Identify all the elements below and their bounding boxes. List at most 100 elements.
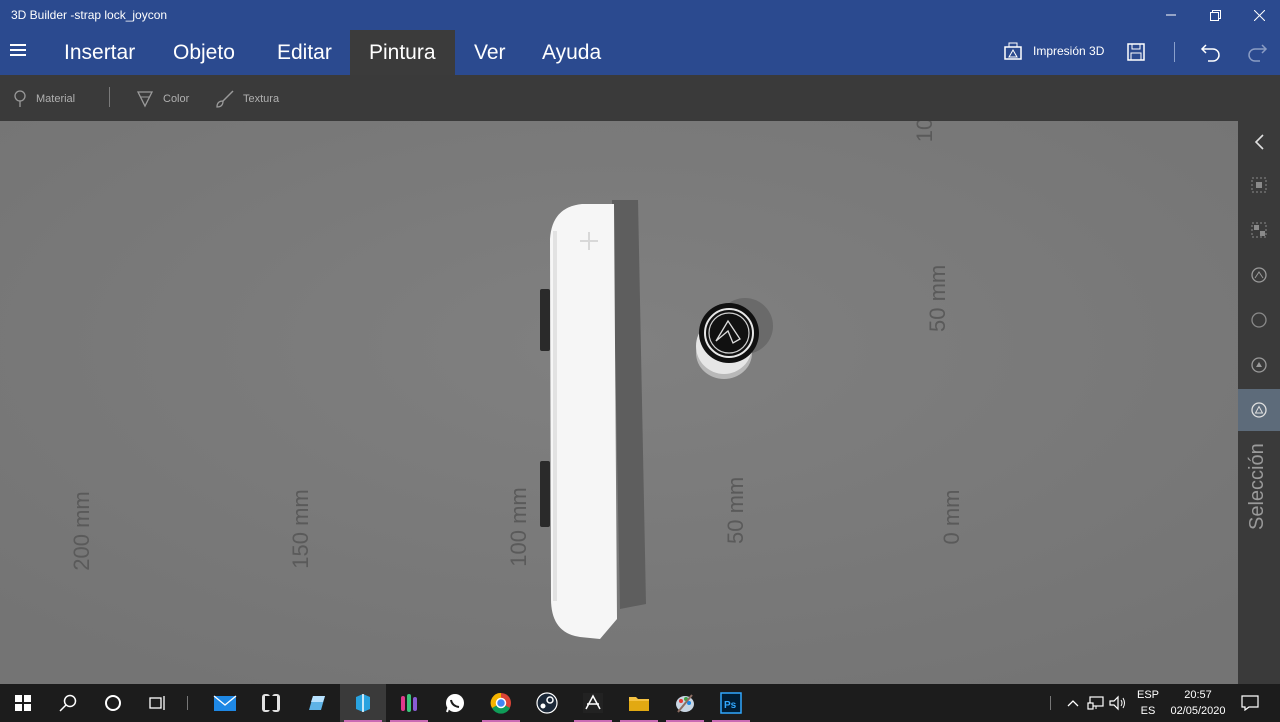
taskbar-slicer-app[interactable]	[386, 684, 432, 722]
paint-toolbar: Material Color Textura	[0, 75, 1280, 121]
menu-objeto[interactable]: Objeto	[154, 30, 254, 75]
menu-editar[interactable]: Editar	[258, 30, 351, 75]
close-button[interactable]	[1236, 0, 1280, 30]
language-bottom: ES	[1140, 705, 1156, 717]
paint-bucket-icon	[136, 91, 154, 108]
menu-insertar[interactable]: Insertar	[45, 30, 154, 75]
axis-label-50mm-right: 50 mm	[925, 264, 950, 332]
brush-icon	[216, 90, 234, 108]
mail-icon	[213, 695, 237, 711]
axis-label-10: 10	[912, 121, 937, 143]
start-button[interactable]	[0, 684, 46, 722]
photoshop-icon: Ps	[720, 692, 742, 714]
circle-icon	[1251, 312, 1267, 328]
whatsapp-icon	[446, 694, 464, 713]
select-tool-button[interactable]	[1238, 389, 1280, 431]
circle-select-button[interactable]	[1238, 299, 1280, 341]
windows-taskbar: Ps ESP ES 20:57 02/05/2020	[0, 684, 1280, 722]
search-icon	[59, 694, 77, 712]
texture-tool[interactable]: Textura	[215, 90, 279, 108]
material-tool[interactable]: Material	[12, 90, 75, 108]
restore-button[interactable]	[1192, 0, 1238, 30]
selection-label: Selección	[1246, 443, 1268, 530]
align-button[interactable]	[1238, 254, 1280, 296]
ungroup-icon	[1251, 222, 1267, 238]
undo-button[interactable]	[1200, 41, 1224, 65]
joycon-body	[550, 204, 617, 639]
texture-label: Textura	[243, 93, 280, 105]
menu-ver[interactable]: Ver	[455, 30, 525, 75]
taskbar-mail[interactable]	[202, 684, 248, 722]
clock[interactable]: 20:57 02/05/2020	[1166, 684, 1230, 722]
volume-button[interactable]	[1106, 684, 1130, 722]
chevron-up-icon	[1067, 700, 1079, 707]
3d-builder-icon	[356, 694, 370, 712]
3d-viewport[interactable]: 200 mm 150 mm 100 mm 50 mm 0 mm 50 mm 10	[0, 121, 1238, 684]
clock-time: 20:57	[1184, 689, 1212, 701]
chrome-icon	[490, 692, 511, 714]
window-title: 3D Builder -strap lock_joycon	[11, 8, 168, 22]
windows-logo-icon	[15, 695, 31, 711]
material-label: Material	[36, 93, 76, 105]
menu-ayuda[interactable]: Ayuda	[523, 30, 620, 75]
taskbar-paint-app[interactable]	[662, 684, 708, 722]
nintendo-switch-icon	[262, 694, 280, 712]
restore-icon	[1209, 9, 1221, 21]
close-icon	[1253, 9, 1265, 21]
print-3d-icon	[1004, 42, 1022, 60]
settle-button[interactable]	[1238, 344, 1280, 386]
print-3d-label: Impresión 3D	[1033, 44, 1105, 58]
taskbar-3d-builder[interactable]	[340, 684, 386, 722]
paint-3d-icon	[309, 696, 325, 710]
color-label: Color	[163, 93, 190, 105]
zbrush-icon	[583, 693, 603, 713]
cortana-button[interactable]	[90, 684, 136, 722]
task-view-button[interactable]	[135, 684, 181, 722]
taskbar-paint3d-app[interactable]	[294, 684, 340, 722]
language-top: ESP	[1136, 689, 1159, 701]
group-button[interactable]	[1238, 164, 1280, 206]
folder-icon	[629, 697, 649, 711]
taskbar-steam[interactable]	[524, 684, 570, 722]
taskbar-chrome[interactable]	[478, 684, 524, 722]
title-bar: 3D Builder -strap lock_joycon	[0, 0, 1280, 30]
joycon-rail-button-bottom	[540, 461, 550, 527]
volume-icon	[1109, 695, 1125, 711]
network-button[interactable]	[1084, 684, 1108, 722]
taskbar-search-button[interactable]	[45, 684, 91, 722]
color-tool[interactable]: Color	[135, 90, 189, 108]
collapse-panel-button[interactable]	[1238, 121, 1280, 163]
ungroup-button[interactable]	[1238, 209, 1280, 251]
palette-icon	[676, 694, 694, 713]
taskbar-whatsapp[interactable]	[432, 684, 478, 722]
hamburger-menu-button[interactable]	[10, 44, 30, 60]
taskbar-file-explorer[interactable]	[616, 684, 662, 722]
group-icon	[1251, 177, 1267, 193]
steam-icon	[536, 692, 558, 714]
axis-label-100mm: 100 mm	[506, 487, 531, 567]
chevron-left-icon	[1254, 134, 1264, 150]
task-view-icon	[149, 696, 165, 710]
taskbar-zbrush[interactable]	[570, 684, 616, 722]
align-icon	[1251, 267, 1267, 283]
axis-label-0mm: 0 mm	[939, 489, 964, 545]
axis-label-50mm-bottom: 50 mm	[723, 476, 748, 544]
save-button[interactable]	[1126, 42, 1148, 64]
print-3d-button[interactable]: Impresión 3D	[1003, 42, 1104, 60]
taskbar-switch-app[interactable]	[248, 684, 294, 722]
menu-pintura[interactable]: Pintura	[350, 30, 455, 75]
taskbar-photoshop[interactable]: Ps	[708, 684, 754, 722]
clock-date: 02/05/2020	[1170, 705, 1226, 717]
taskbar-divider	[187, 696, 188, 710]
minimize-button[interactable]	[1148, 0, 1194, 30]
network-icon	[1087, 696, 1104, 710]
show-hidden-icons-button[interactable]	[1062, 684, 1084, 722]
slicer-icon	[401, 694, 417, 712]
axis-label-150mm: 150 mm	[288, 489, 313, 569]
language-indicator[interactable]: ESP ES	[1134, 684, 1162, 722]
scene-canvas[interactable]	[0, 121, 1238, 684]
action-center-button[interactable]	[1232, 684, 1268, 722]
tray-divider	[1050, 696, 1051, 710]
redo-button[interactable]	[1246, 41, 1270, 65]
menu-divider	[1174, 42, 1175, 62]
